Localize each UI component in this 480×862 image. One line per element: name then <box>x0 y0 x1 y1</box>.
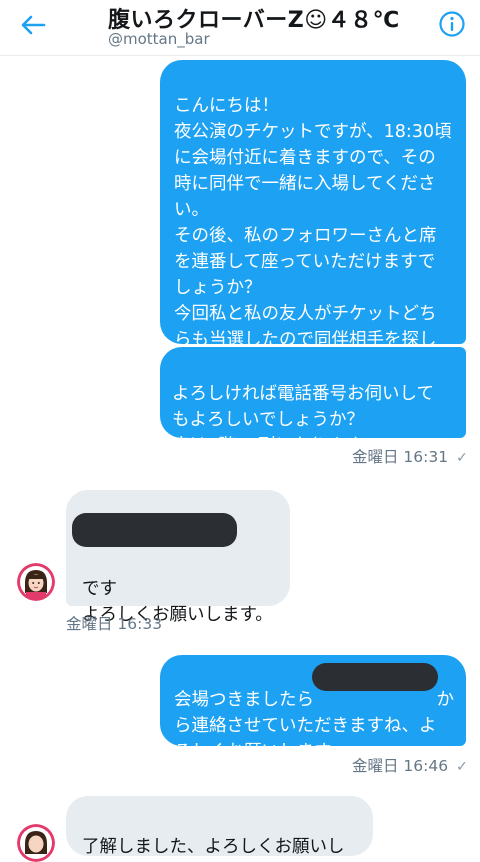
conversation-header: 腹いろクローバーZ☺４８℃ @mottan_bar <box>0 0 480 56</box>
message-text: 会場つきましたら か ら連絡させていただきますね、よ ろしくお願いします <box>174 690 454 762</box>
avatar[interactable] <box>17 824 55 862</box>
message-timestamp: 金曜日 16:31 ✓ <box>352 445 468 467</box>
back-arrow-icon <box>21 15 46 35</box>
conversation-handle[interactable]: @mottan_bar <box>108 30 210 48</box>
message-bubble-received[interactable]: 電話番号 です よろしくお願いします。 <box>66 490 290 625</box>
message-bubble-sent[interactable]: こんにちは！ 夜公演のチケットですが、18:30頃 に会場付近に着きますので、そ… <box>160 60 466 376</box>
timestamp-text: 金曜日 16:33 <box>66 615 163 633</box>
back-button[interactable] <box>16 10 50 40</box>
message-text: こんにちは！ 夜公演のチケットですが、18:30頃 に会場付近に着きますので、そ… <box>174 96 452 376</box>
info-button[interactable] <box>438 10 466 38</box>
timestamp-text: 金曜日 16:31 <box>352 448 449 466</box>
message-bubble-received[interactable]: 了解しました、よろしくお願いし <box>66 796 373 857</box>
avatar-image <box>17 824 55 862</box>
message-text: 了解しました、よろしくお願いし <box>82 837 345 857</box>
redaction-bar <box>312 663 438 691</box>
checkmark-icon: ✓ <box>456 450 468 466</box>
avatar[interactable] <box>17 563 55 601</box>
message-bubble-sent[interactable]: 会場つきましたら か ら連絡させていただきますね、よ ろしくお願いします <box>160 655 466 762</box>
message-bubble-sent[interactable]: よろしければ電話番号お伺いして もよろしいでしょうか？ 席は1階17列になります… <box>160 347 466 456</box>
message-timestamp: 金曜日 16:33 <box>66 612 162 634</box>
avatar-image <box>17 563 55 601</box>
message-timestamp: 金曜日 16:46 ✓ <box>352 754 468 776</box>
checkmark-icon: ✓ <box>456 759 468 775</box>
info-icon <box>439 11 465 37</box>
redaction-bar <box>72 513 237 547</box>
timestamp-text: 金曜日 16:46 <box>352 757 449 775</box>
